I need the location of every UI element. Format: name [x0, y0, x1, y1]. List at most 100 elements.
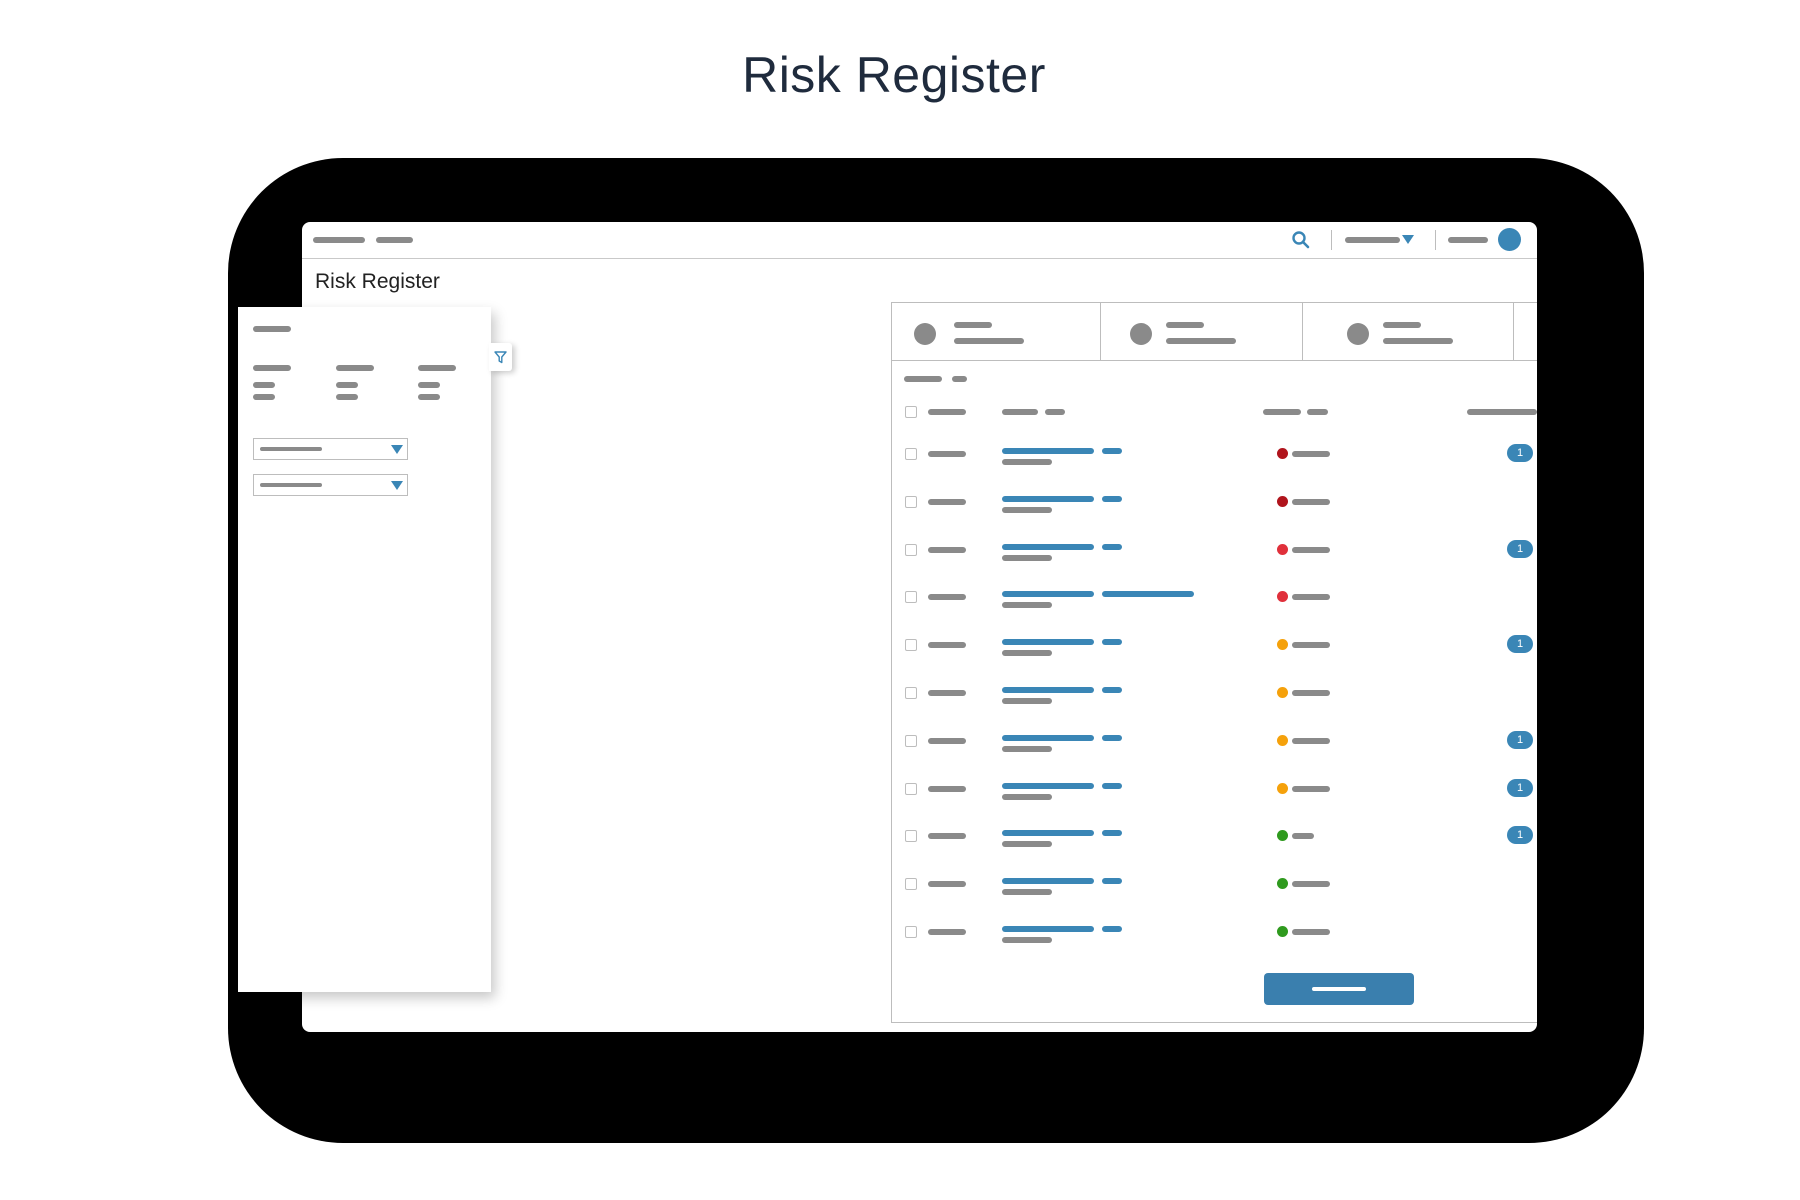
primary-action-button[interactable] — [1264, 973, 1414, 1005]
risk-title-link[interactable] — [1102, 830, 1122, 836]
kpi-card[interactable] — [1100, 303, 1303, 360]
page-title: Risk Register — [315, 270, 440, 293]
risk-title-link[interactable] — [1102, 496, 1122, 502]
risk-title-link[interactable] — [1102, 639, 1122, 645]
column-header[interactable] — [1467, 409, 1537, 415]
kpi-label — [1166, 322, 1204, 328]
row-checkbox[interactable] — [905, 830, 917, 842]
filter-group-label — [418, 365, 456, 371]
table-row[interactable]: 1 — [892, 826, 1537, 860]
kpi-card[interactable] — [1513, 303, 1537, 360]
risk-title-link[interactable] — [1002, 496, 1094, 502]
table-row[interactable] — [892, 496, 1537, 526]
avatar[interactable] — [1498, 228, 1521, 251]
risk-id — [928, 690, 966, 696]
filter-pane — [238, 307, 491, 992]
risk-title-link[interactable] — [1002, 591, 1094, 597]
count-badge[interactable]: 1 — [1507, 635, 1533, 653]
breadcrumb-item[interactable] — [313, 237, 365, 243]
column-header[interactable] — [1263, 409, 1301, 415]
status-dot — [1277, 639, 1288, 650]
table-row[interactable]: 1 — [892, 444, 1537, 478]
risk-title-link[interactable] — [1102, 544, 1122, 550]
kpi-value — [1383, 338, 1453, 344]
table-row[interactable] — [892, 926, 1537, 956]
row-checkbox[interactable] — [905, 687, 917, 699]
column-header[interactable] — [1045, 409, 1065, 415]
filter-dropdown[interactable] — [253, 474, 408, 496]
filter-option[interactable] — [418, 382, 440, 388]
table-row[interactable] — [892, 591, 1537, 621]
table-row[interactable] — [892, 878, 1537, 908]
row-checkbox[interactable] — [905, 926, 917, 938]
status-label — [1292, 833, 1314, 839]
risk-id — [928, 738, 966, 744]
risk-title-link[interactable] — [1102, 926, 1122, 932]
chevron-down-icon — [391, 445, 403, 454]
risk-subtitle — [1002, 794, 1052, 800]
workspace-selector[interactable] — [1345, 237, 1400, 243]
count-badge[interactable]: 1 — [1507, 731, 1533, 749]
column-header[interactable] — [928, 409, 966, 415]
row-checkbox[interactable] — [905, 591, 917, 603]
status-label — [1292, 929, 1330, 935]
risk-title-link[interactable] — [1002, 687, 1094, 693]
row-checkbox[interactable] — [905, 544, 917, 556]
column-header[interactable] — [1307, 409, 1328, 415]
row-checkbox[interactable] — [905, 448, 917, 460]
status-label — [1292, 499, 1330, 505]
risk-title-link[interactable] — [1002, 783, 1094, 789]
count-badge[interactable]: 1 — [1507, 444, 1533, 462]
count-badge[interactable]: 1 — [1507, 826, 1533, 844]
filter-toggle[interactable] — [489, 343, 512, 371]
risk-title-link[interactable] — [1002, 926, 1094, 932]
risk-title-link[interactable] — [1002, 639, 1094, 645]
status-dot — [1277, 830, 1288, 841]
row-checkbox[interactable] — [905, 735, 917, 747]
kpi-icon — [1130, 323, 1152, 345]
risk-list-panel: 1 1 1 1 1 1 — [891, 302, 1537, 1023]
risk-title-link[interactable] — [1102, 687, 1122, 693]
count-badge[interactable]: 1 — [1507, 779, 1533, 797]
kpi-icon — [914, 323, 936, 345]
breadcrumb-item[interactable] — [376, 237, 413, 243]
risk-title-link[interactable] — [1002, 878, 1094, 884]
filter-option[interactable] — [418, 394, 440, 400]
risk-title-link[interactable] — [1002, 735, 1094, 741]
risk-title-link[interactable] — [1002, 830, 1094, 836]
risk-title-link[interactable] — [1102, 735, 1122, 741]
risk-title-link[interactable] — [1102, 783, 1122, 789]
risk-subtitle — [1002, 889, 1052, 895]
status-label — [1292, 738, 1330, 744]
filter-option[interactable] — [253, 382, 275, 388]
chevron-down-icon[interactable] — [1402, 235, 1414, 244]
row-checkbox[interactable] — [905, 496, 917, 508]
chevron-down-icon — [391, 481, 403, 490]
risk-title-link[interactable] — [1102, 448, 1122, 454]
search-icon[interactable] — [1292, 231, 1310, 249]
risk-title-link[interactable] — [1102, 591, 1194, 597]
table-row[interactable] — [892, 687, 1537, 717]
table-row[interactable]: 1 — [892, 540, 1537, 574]
table-row[interactable]: 1 — [892, 731, 1537, 765]
count-badge[interactable]: 1 — [1507, 540, 1533, 558]
filter-pane-title — [253, 326, 291, 332]
kpi-card[interactable] — [892, 303, 1100, 360]
top-bar — [302, 222, 1537, 259]
kpi-card[interactable] — [1302, 303, 1514, 360]
risk-title-link[interactable] — [1102, 878, 1122, 884]
table-row[interactable]: 1 — [892, 779, 1537, 813]
column-header[interactable] — [1002, 409, 1038, 415]
user-name[interactable] — [1448, 237, 1488, 243]
risk-title-link[interactable] — [1002, 448, 1094, 454]
filter-dropdown[interactable] — [253, 438, 408, 460]
risk-title-link[interactable] — [1002, 544, 1094, 550]
table-row[interactable]: 1 — [892, 635, 1537, 669]
filter-option[interactable] — [336, 394, 358, 400]
filter-option[interactable] — [336, 382, 358, 388]
row-checkbox[interactable] — [905, 878, 917, 890]
select-all-checkbox[interactable] — [905, 406, 917, 418]
row-checkbox[interactable] — [905, 783, 917, 795]
filter-option[interactable] — [253, 394, 275, 400]
row-checkbox[interactable] — [905, 639, 917, 651]
